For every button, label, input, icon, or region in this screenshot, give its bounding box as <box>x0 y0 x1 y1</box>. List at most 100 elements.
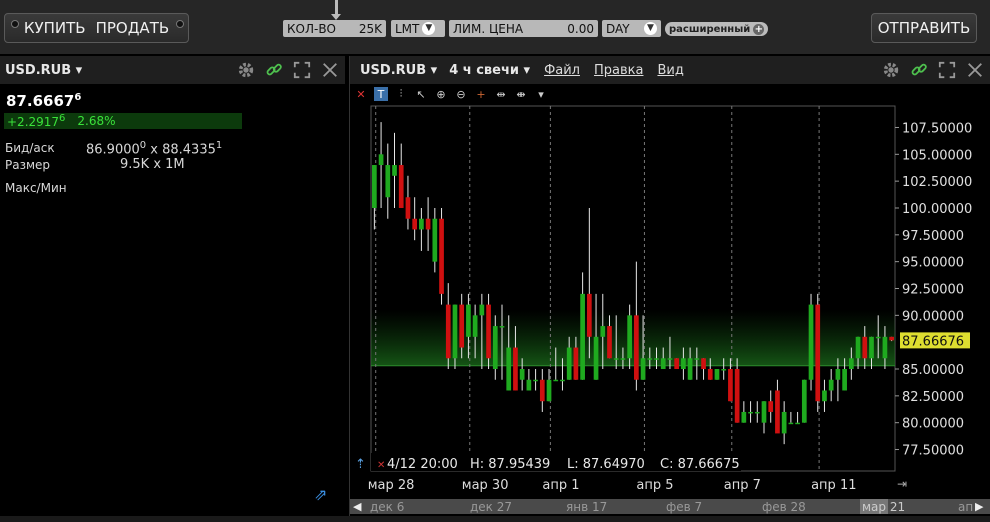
order-type-select[interactable]: LMT ▼ <box>391 20 445 37</box>
candle-body <box>754 411 760 414</box>
buy-button[interactable]: КУПИТЬ <box>24 19 86 37</box>
close-icon[interactable] <box>321 61 339 79</box>
max-min-label: Макс/Мин <box>5 181 67 195</box>
candle-body <box>546 379 552 402</box>
candle-body <box>795 422 800 425</box>
candle-body <box>419 218 424 230</box>
y-tick-label: 77.50000 <box>902 444 964 459</box>
candle-body <box>405 197 411 219</box>
y-tick-label: 97.50000 <box>902 229 964 244</box>
gear-icon[interactable] <box>237 61 255 79</box>
scroll-right-icon[interactable]: ▶ <box>975 500 983 513</box>
candle-body <box>654 358 659 360</box>
status-strip <box>0 516 990 522</box>
sell-button[interactable]: ПРОДАТЬ <box>96 19 170 37</box>
candle-body <box>392 165 397 176</box>
compress-icon[interactable]: ⇼ <box>514 87 528 101</box>
candle-body <box>862 336 868 359</box>
time-in-force-select[interactable]: DAY ▼ <box>602 20 661 37</box>
fit-icon[interactable]: ⇹ <box>494 87 508 101</box>
candle-body <box>580 293 585 380</box>
candle-body <box>560 379 565 382</box>
zoom-in-icon[interactable]: ⊕ <box>434 87 448 101</box>
change-value: +2.29176 <box>7 113 66 129</box>
sell-dot-icon <box>176 20 184 28</box>
candle-body <box>889 336 894 341</box>
candle-body <box>466 304 471 337</box>
zoom-out-icon[interactable]: ⊖ <box>454 87 468 101</box>
candle-body <box>647 358 653 360</box>
chevron-down-icon[interactable]: ▾ <box>534 87 548 101</box>
candle-body <box>506 347 512 391</box>
candle-body <box>452 304 458 359</box>
candle-body <box>613 358 619 360</box>
resize-arrow-icon[interactable]: ⇗ <box>314 485 327 504</box>
remove-icon[interactable]: ✕ <box>354 87 368 101</box>
candle-body <box>398 165 404 208</box>
info-high: H: 87.95439 <box>470 457 550 472</box>
limit-price-value: 0.00 <box>567 21 594 36</box>
candle-body <box>553 379 559 382</box>
quantity-field[interactable]: КОЛ-ВО 25K <box>283 20 386 37</box>
candle-body <box>788 422 794 425</box>
candle-body <box>674 358 680 370</box>
candle-body <box>586 293 592 337</box>
bid-ask-value: 86.90000 x 88.43351 <box>86 140 223 158</box>
candle-body <box>855 336 861 359</box>
change-bar: +2.29176 2.68% <box>4 113 242 129</box>
candle-body <box>486 304 491 359</box>
scroll-left-icon[interactable]: ◀ <box>353 500 361 513</box>
candle-body <box>607 326 612 359</box>
y-tick-label: 85.00000 <box>902 363 964 378</box>
candle-body <box>781 411 787 434</box>
x-tick-label: мар 28 <box>368 478 415 493</box>
submit-button[interactable]: ОТПРАВИТЬ <box>871 13 977 43</box>
candle-body <box>519 369 525 380</box>
cursor-tool-icon[interactable]: ↖ <box>414 87 428 101</box>
extended-options-toggle[interactable]: расширенный + <box>665 22 769 36</box>
info-close: C: 87.66675 <box>660 457 740 472</box>
candle-body <box>499 326 505 328</box>
x-tick-label: апр 7 <box>724 478 761 493</box>
y-tick-label: 102.50000 <box>902 175 972 190</box>
candle-body <box>439 218 444 294</box>
candle-body <box>801 379 807 423</box>
candle-body <box>385 165 391 198</box>
crosshair-icon[interactable]: + <box>474 87 488 101</box>
candle-body <box>761 401 767 423</box>
scroll-label: янв 17 <box>566 500 608 514</box>
candle-body <box>835 369 841 380</box>
x-tick-label: мар 30 <box>462 478 509 493</box>
candle-body <box>513 347 518 391</box>
candle-body <box>492 326 498 370</box>
candle-body <box>479 304 485 316</box>
y-tick-label: 95.00000 <box>902 256 964 271</box>
candle-body <box>660 358 666 370</box>
candlestick-chart[interactable]: мар 28 мар 30 апр 1 апр 5 апр 7 апр 11 107.500… <box>350 56 990 522</box>
text-tool-icon[interactable]: T <box>374 87 388 101</box>
bars-tool-icon[interactable]: ⫶ <box>394 87 408 101</box>
x-tick-label: апр 5 <box>636 478 673 493</box>
x-tick-label: апр 11 <box>811 478 856 493</box>
last-price: 87.66676 <box>6 92 82 110</box>
drag-arrow-icon[interactable] <box>331 0 341 20</box>
y-tick-label: 92.50000 <box>902 283 964 298</box>
expand-icon[interactable] <box>293 61 311 79</box>
time-scrollbar[interactable]: ◀ дек 6 дек 27 янв 17 фев 7 фев 28 мар 2… <box>350 499 990 514</box>
scroll-end-icon: ⇥ <box>897 477 907 491</box>
limit-price-field[interactable]: ЛИМ. ЦЕНА 0.00 <box>449 20 598 37</box>
order-type-value: LMT <box>395 21 420 36</box>
link-icon[interactable] <box>265 61 283 79</box>
candle-body <box>459 304 465 348</box>
scroll-label: дек 27 <box>470 500 513 514</box>
bid-ask-label: Бид/аск <box>5 141 55 155</box>
scroll-label: фев 28 <box>762 500 806 514</box>
info-date: 4/12 20:00 <box>387 457 458 472</box>
info-low: L: 87.64970 <box>567 457 645 472</box>
candle-body <box>882 336 888 359</box>
y-tick-label: 107.50000 <box>902 121 972 136</box>
candle-body <box>721 369 727 371</box>
candle-body <box>848 358 854 370</box>
candle-body <box>694 358 700 360</box>
symbol-selector[interactable]: USD.RUB ▾ <box>5 63 82 78</box>
